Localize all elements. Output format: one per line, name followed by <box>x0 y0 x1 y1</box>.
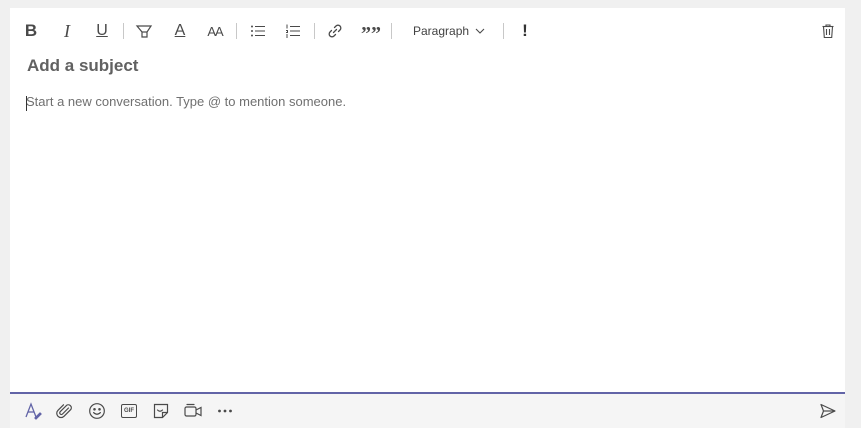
meet-now-button[interactable] <box>181 399 205 423</box>
font-size-icon: AA <box>207 23 223 39</box>
highlight-button[interactable] <box>132 19 156 43</box>
paragraph-style-label: Paragraph <box>413 24 470 38</box>
meet-now-icon <box>184 403 202 417</box>
delete-button[interactable] <box>816 19 840 43</box>
underline-button[interactable]: U <box>90 19 114 43</box>
formatting-toolbar: B I U A AA ”” Paragraph ! <box>10 8 845 52</box>
gif-icon-label: GIF <box>124 408 134 414</box>
bulleted-list-button[interactable] <box>246 19 270 43</box>
attach-button[interactable] <box>53 399 77 423</box>
italic-icon: I <box>64 20 70 41</box>
font-color-icon: A <box>174 22 186 39</box>
more-options-icon <box>218 409 232 413</box>
paragraph-style-select[interactable]: Paragraph <box>413 19 485 43</box>
compose-actions-bar: GIF <box>10 394 845 428</box>
font-color-button[interactable]: A <box>168 19 192 43</box>
text-cursor <box>26 96 27 111</box>
bold-icon: B <box>24 21 38 40</box>
gif-icon: GIF <box>121 404 137 418</box>
format-icon <box>25 402 42 420</box>
numbered-list-button[interactable] <box>281 19 305 43</box>
gif-button[interactable]: GIF <box>117 399 141 423</box>
bulleted-list-icon <box>251 25 265 37</box>
link-button[interactable] <box>323 19 347 43</box>
link-icon <box>328 24 342 38</box>
quote-icon: ”” <box>361 23 381 45</box>
mark-important-button[interactable]: ! <box>513 19 537 43</box>
attach-icon <box>56 404 72 419</box>
emoji-button[interactable] <box>85 399 109 423</box>
underline-icon: U <box>96 22 108 39</box>
highlight-icon <box>135 25 153 38</box>
sticker-button[interactable] <box>149 399 173 423</box>
toolbar-divider <box>503 23 504 39</box>
subject-input[interactable] <box>27 54 807 78</box>
quote-button[interactable]: ”” <box>359 19 383 45</box>
toolbar-divider <box>314 23 315 39</box>
bold-button[interactable]: B <box>19 19 43 43</box>
font-size-button[interactable]: AA <box>203 19 227 43</box>
important-icon: ! <box>522 21 528 40</box>
chevron-down-icon <box>475 28 485 34</box>
sticker-icon <box>153 403 169 419</box>
emoji-icon <box>89 403 105 419</box>
toolbar-divider <box>123 23 124 39</box>
toolbar-divider <box>236 23 237 39</box>
toolbar-divider <box>391 23 392 39</box>
more-options-button[interactable] <box>213 399 237 423</box>
message-input[interactable] <box>26 94 826 384</box>
italic-button[interactable]: I <box>55 19 79 43</box>
numbered-list-icon <box>286 24 300 38</box>
format-button[interactable] <box>21 399 45 423</box>
compose-box: B I U A AA ”” Paragraph ! Add a subject … <box>10 8 845 428</box>
trash-icon <box>822 24 834 39</box>
send-icon <box>820 403 836 419</box>
send-button[interactable] <box>816 399 840 423</box>
